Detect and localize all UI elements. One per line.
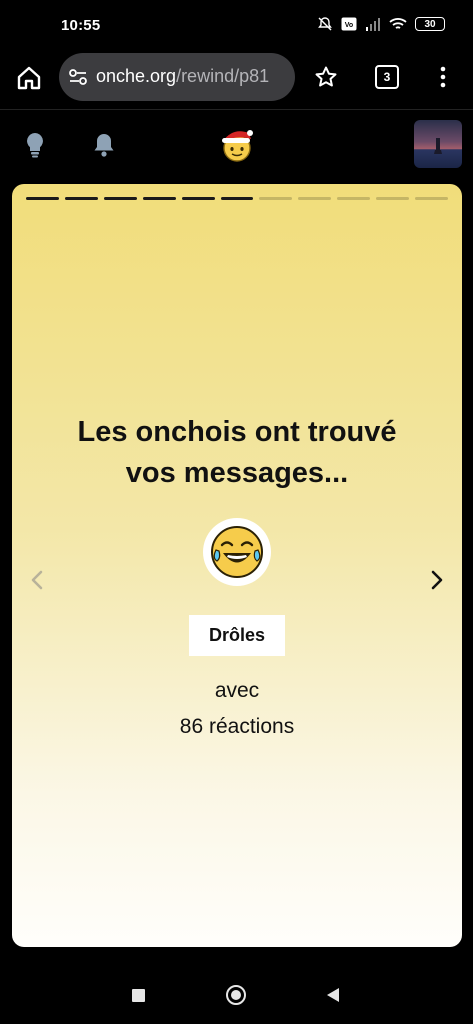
volte-icon: Vo <box>341 17 357 31</box>
reaction-count: 86 <box>179 715 204 738</box>
reaction-label: réactions <box>208 715 295 738</box>
url-host: onche.org <box>96 66 177 86</box>
user-avatar[interactable] <box>414 120 462 168</box>
progress-segment <box>298 197 332 200</box>
status-time: 10:55 <box>61 17 101 34</box>
progress-segment <box>64 197 98 200</box>
url-path: /rewind/p81 <box>176 66 270 86</box>
progress-segment <box>142 197 176 200</box>
with-label: avec <box>214 679 260 702</box>
battery-icon: 30 <box>415 17 445 31</box>
svg-text:Vo: Vo <box>345 22 353 29</box>
overflow-menu-icon[interactable] <box>435 65 451 89</box>
progress-segment <box>103 197 137 200</box>
progress-segment <box>220 197 254 200</box>
recents-button[interactable] <box>132 989 145 1002</box>
browser-toolbar: onche.org/rewind/p81 3 <box>0 52 473 104</box>
home-button[interactable] <box>226 985 246 1005</box>
home-icon[interactable] <box>15 64 43 92</box>
santa-mascot-icon[interactable] <box>218 125 256 163</box>
story-title-text: Les onchois ont trouvé vos messages... <box>77 416 397 489</box>
progress-segment <box>415 197 448 200</box>
laughing-tears-emoji-icon <box>211 526 263 578</box>
address-bar[interactable]: onche.org/rewind/p81 <box>59 53 295 101</box>
signal-icon <box>366 18 380 31</box>
url-text[interactable]: onche.org/rewind/p81 <box>96 66 269 87</box>
story-progress <box>26 197 448 200</box>
avatar-lighthouse-image <box>434 138 442 154</box>
back-button[interactable] <box>326 987 340 1003</box>
story-title: Les onchois ont trouvé vos messages... <box>12 412 462 494</box>
bookmark-star-icon[interactable] <box>314 65 338 89</box>
previous-arrow-icon[interactable] <box>28 569 46 591</box>
reaction-count-line: 86 réactions <box>12 715 462 739</box>
progress-segment <box>337 197 371 200</box>
progress-segment <box>376 197 410 200</box>
tab-switcher-button[interactable]: 3 <box>375 65 399 89</box>
site-nav <box>0 110 473 184</box>
status-icons: Vo 30 <box>317 16 445 32</box>
rewind-story-card: Les onchois ont trouvé vos messages... D… <box>12 184 462 947</box>
status-bar: 10:55 Vo 30 <box>0 0 473 52</box>
progress-segment <box>26 197 59 200</box>
system-nav-bar <box>0 960 473 1024</box>
bell-icon[interactable] <box>93 132 115 158</box>
progress-segment <box>259 197 293 200</box>
emoji-badge <box>203 518 271 586</box>
next-arrow-icon[interactable] <box>428 569 446 591</box>
lightbulb-icon[interactable] <box>24 132 46 158</box>
category-badge: Drôles <box>189 615 285 656</box>
progress-segment <box>181 197 215 200</box>
wifi-icon <box>389 18 407 29</box>
site-settings-icon[interactable] <box>68 67 88 87</box>
bell-off-icon <box>318 17 332 31</box>
